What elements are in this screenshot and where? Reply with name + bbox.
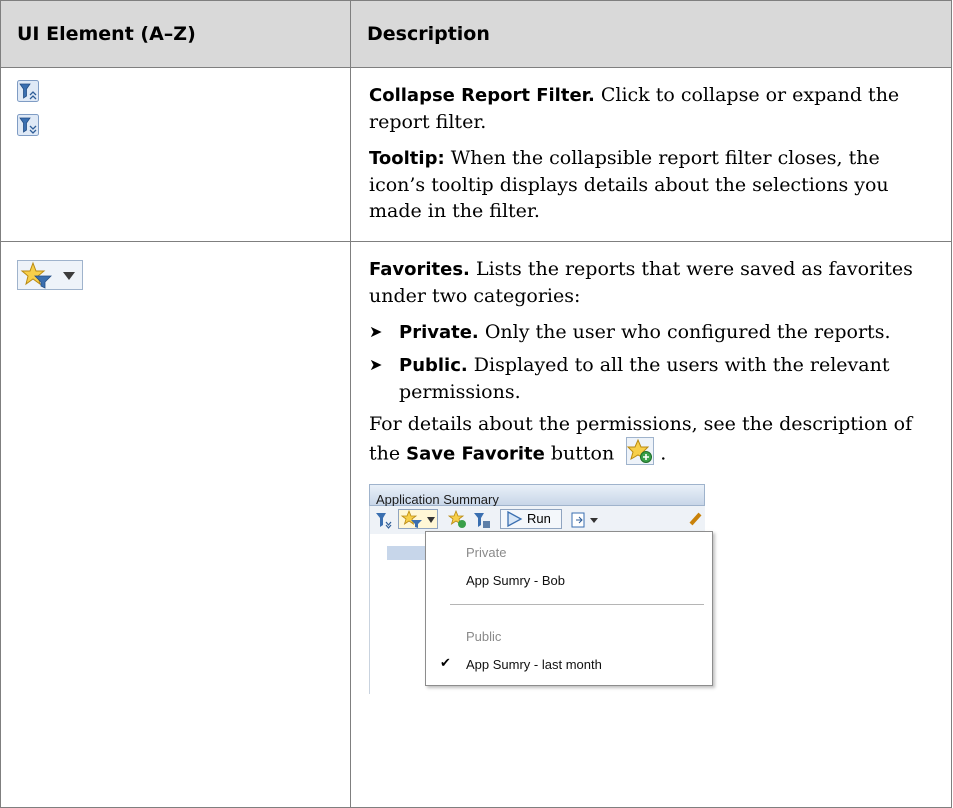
tooltip-description: Tooltip: When the collapsible report fil… bbox=[369, 147, 889, 222]
dropdown-arrow-icon bbox=[63, 272, 75, 280]
run-label: Run bbox=[527, 511, 551, 526]
collapse-filter-icon bbox=[376, 513, 392, 529]
column-header-description: Description bbox=[350, 0, 952, 68]
pin-icon bbox=[689, 512, 702, 526]
menu-header-public: Public bbox=[466, 629, 502, 644]
menu-item-app-sumry-last-month[interactable]: App Sumry - last month bbox=[466, 652, 602, 678]
screenshot-title: Application Summary bbox=[369, 484, 705, 507]
save-filter-icon[interactable] bbox=[472, 510, 492, 530]
table-row-collapse-report-filter: Collapse Report Filter. Click to collaps… bbox=[0, 67, 952, 242]
favorites-star-filter-icon bbox=[20, 261, 52, 289]
table-row-favorites: Favorites. Lists the reports that were s… bbox=[0, 241, 952, 808]
bullet-public: ➤ Public. Displayed to all the users with… bbox=[369, 354, 890, 403]
save-favorite-icon[interactable] bbox=[448, 510, 468, 530]
favorites-button-icon bbox=[17, 260, 83, 290]
export-icon[interactable] bbox=[570, 510, 600, 530]
play-icon bbox=[507, 510, 523, 528]
favorites-star-filter-icon bbox=[400, 510, 422, 528]
collapse-filter-description: Collapse Report Filter. Click to collaps… bbox=[369, 84, 900, 133]
favorites-dropdown-button[interactable] bbox=[398, 509, 438, 529]
description-cell: Favorites. Lists the reports that were s… bbox=[350, 241, 952, 808]
dropdown-arrow-icon bbox=[427, 517, 435, 523]
save-favorite-icon bbox=[626, 437, 655, 472]
screenshot-toolbar: Run bbox=[369, 506, 705, 534]
favorites-menu-screenshot: Application Summary Run Private App Sumr… bbox=[369, 484, 713, 694]
favorites-dropdown-menu: Private App Sumry - Bob Public ✔ App Sum… bbox=[425, 531, 713, 686]
menu-separator bbox=[450, 604, 704, 605]
table-header-row: UI Element (A–Z) Description bbox=[0, 0, 952, 68]
column-header-ui-element: UI Element (A–Z) bbox=[0, 0, 351, 68]
favorites-description: Favorites. Lists the reports that were s… bbox=[369, 258, 913, 307]
menu-item-app-sumry-bob[interactable]: App Sumry - Bob bbox=[466, 568, 565, 594]
menu-header-private: Private bbox=[466, 545, 507, 560]
ui-element-cell bbox=[0, 67, 351, 242]
run-button[interactable]: Run bbox=[500, 509, 562, 529]
description-cell: Collapse Report Filter. Click to collaps… bbox=[350, 67, 952, 242]
check-icon: ✔ bbox=[440, 655, 451, 670]
details-paragraph: For details about the permissions, see t… bbox=[369, 411, 933, 472]
ui-element-table: UI Element (A–Z) Description Collapse Re… bbox=[0, 0, 952, 808]
ui-element-cell bbox=[0, 241, 351, 808]
collapse-filter-down-icon bbox=[17, 114, 39, 140]
collapse-filter-up-icon bbox=[17, 80, 39, 106]
bullet-private: ➤ Private. Only the user who configured t… bbox=[369, 321, 891, 343]
